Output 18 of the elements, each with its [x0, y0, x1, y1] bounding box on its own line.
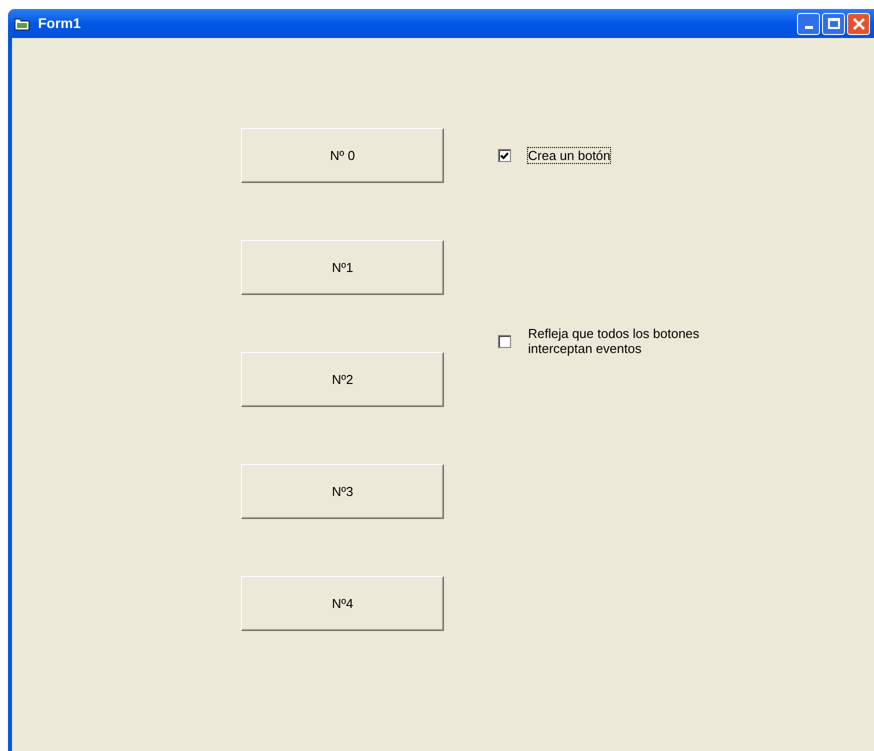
close-icon [852, 18, 864, 30]
checkbox[interactable] [498, 149, 511, 162]
checkbox[interactable] [498, 334, 511, 348]
checkbox-label: Crea un botón [528, 148, 610, 163]
push-button[interactable]: Nº4 [241, 576, 444, 631]
minimize-button[interactable] [797, 12, 820, 34]
window-title: Form1 [38, 14, 81, 33]
push-button[interactable]: Nº3 [241, 464, 444, 519]
push-button[interactable]: Nº1 [241, 240, 444, 295]
push-button[interactable]: Nº2 [241, 352, 444, 407]
checkbox-label: Refleja que todos los botones interceptan eventos [528, 326, 700, 356]
maximize-icon [828, 18, 840, 29]
close-button[interactable] [847, 12, 870, 34]
maximize-button[interactable] [822, 12, 845, 34]
minimize-icon [804, 26, 812, 28]
push-button[interactable]: Nº 0 [241, 128, 444, 183]
window-icon [14, 16, 30, 30]
check-icon [500, 152, 509, 160]
